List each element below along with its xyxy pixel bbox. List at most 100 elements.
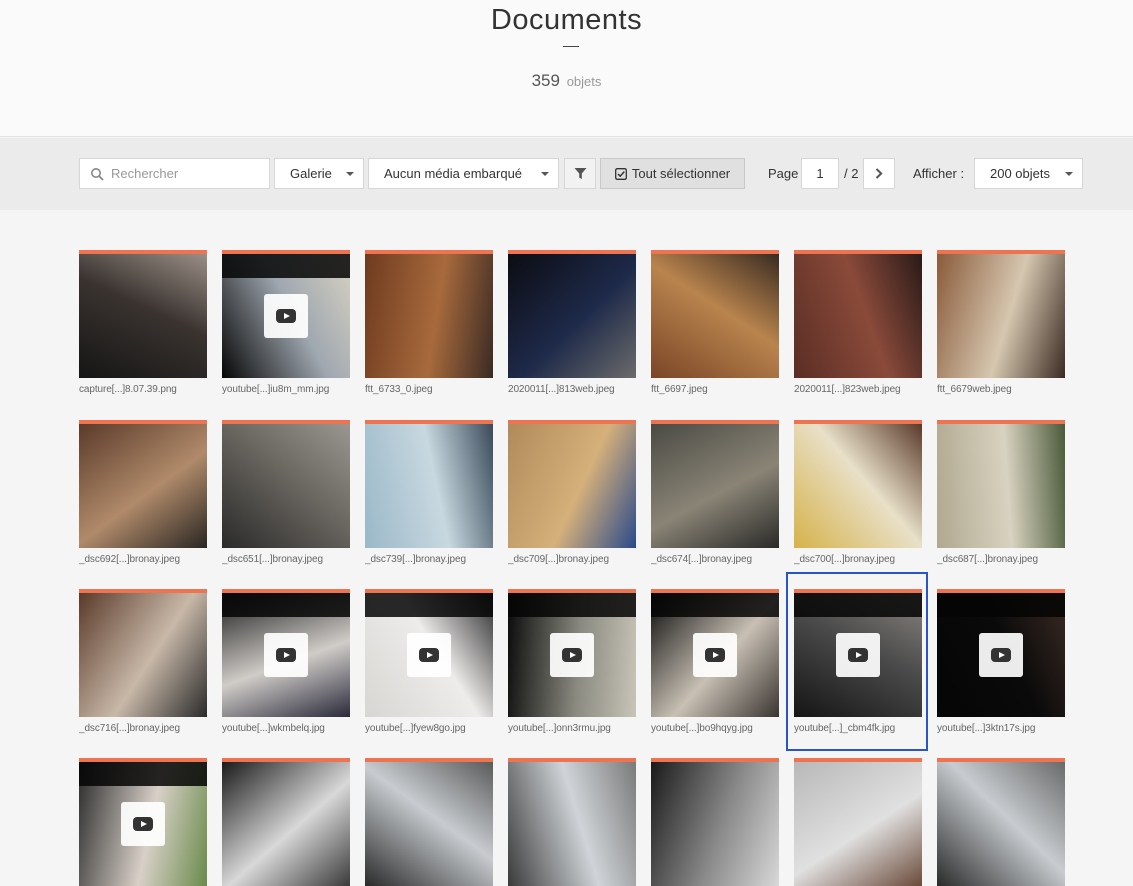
selection-highlight <box>786 572 928 751</box>
file-name: ftt_6679web.jpeg <box>937 384 1012 395</box>
image-thumbnail-tile[interactable]: _dsc700[...]bronay.jpeg <box>794 420 922 565</box>
image-thumbnail-tile[interactable]: ftt_6679web.jpeg <box>937 250 1065 395</box>
chevron-down-icon <box>346 172 354 176</box>
play-icon[interactable] <box>407 633 451 677</box>
image-thumbnail-tile[interactable]: capture[...]8.07.39.png <box>79 250 207 395</box>
thumbnail-image[interactable] <box>794 762 922 886</box>
image-thumbnail-tile[interactable]: _dsc692[...]bronay.jpeg <box>79 420 207 565</box>
search-input[interactable]: Rechercher <box>79 158 270 189</box>
letterbox-bar <box>508 593 636 617</box>
media-filter-dropdown[interactable]: Aucun média embarqué <box>368 158 559 189</box>
checkbox-checked-icon <box>614 167 627 180</box>
thumbnail-image[interactable] <box>508 762 636 886</box>
thumbnail-image[interactable] <box>79 254 207 378</box>
video-thumbnail-tile[interactable]: youtube[...]onn3rmu.jpg <box>508 589 636 734</box>
video-thumbnail-tile[interactable]: youtube[...]bo9hqyg.jpg <box>651 589 779 734</box>
thumbnail-image[interactable] <box>937 254 1065 378</box>
next-page-button[interactable] <box>863 158 895 189</box>
image-thumbnail-tile[interactable]: _dsc687[...]bronay.jpeg <box>937 420 1065 565</box>
letterbox-bar <box>79 762 207 786</box>
thumbnail-image[interactable] <box>937 762 1065 886</box>
thumbnail-image[interactable] <box>79 593 207 717</box>
view-mode-value: Galerie <box>290 166 332 181</box>
video-thumbnail-tile[interactable]: youtube[...]3ktn17s.jpg <box>937 589 1065 734</box>
video-thumbnail-tile[interactable]: youtube[...]iu8m_mm.jpg <box>222 250 350 395</box>
thumbnail-image[interactable] <box>937 424 1065 548</box>
thumbnail-image[interactable] <box>937 593 1065 717</box>
video-thumbnail-tile[interactable]: youtube[...]wkmbelq.jpg <box>222 589 350 734</box>
thumbnail-image[interactable] <box>79 762 207 886</box>
thumbnail-image[interactable] <box>651 762 779 886</box>
file-name: youtube[...]onn3rmu.jpg <box>508 723 611 734</box>
letterbox-bar <box>222 593 350 617</box>
thumbnail-image[interactable] <box>222 424 350 548</box>
page-number-input[interactable]: 1 <box>801 158 839 189</box>
thumbnail-image[interactable] <box>365 254 493 378</box>
letterbox-bar <box>937 593 1065 617</box>
thumbnail-image[interactable] <box>222 762 350 886</box>
file-name: _dsc674[...]bronay.jpeg <box>651 554 752 565</box>
per-page-value: 200 objets <box>990 166 1050 181</box>
thumbnail-image[interactable] <box>222 254 350 378</box>
file-name: youtube[...]3ktn17s.jpg <box>937 723 1036 734</box>
thumbnail-image[interactable] <box>79 424 207 548</box>
play-icon[interactable] <box>979 633 1023 677</box>
thumbnail-image[interactable] <box>794 424 922 548</box>
object-count-unit: objets <box>566 74 602 89</box>
image-thumbnail-tile[interactable] <box>651 758 779 886</box>
image-thumbnail-tile[interactable]: _dsc739[...]bronay.jpeg <box>365 420 493 565</box>
thumbnail-image[interactable] <box>651 424 779 548</box>
media-filter-value: Aucun média embarqué <box>384 166 523 181</box>
thumbnail-image[interactable] <box>651 254 779 378</box>
file-name: youtube[...]fyew8go.jpg <box>365 723 466 734</box>
file-name: _dsc700[...]bronay.jpeg <box>794 554 895 565</box>
page-total: / 2 <box>844 166 859 181</box>
select-all-button[interactable]: Tout sélectionner <box>600 158 745 189</box>
image-thumbnail-tile[interactable] <box>937 758 1065 886</box>
file-name: youtube[...]wkmbelq.jpg <box>222 723 325 734</box>
play-icon[interactable] <box>121 802 165 846</box>
thumbnail-image[interactable] <box>508 254 636 378</box>
thumbnail-image[interactable] <box>222 593 350 717</box>
play-icon[interactable] <box>550 633 594 677</box>
page-header: Documents 359 objets <box>0 0 1133 137</box>
image-thumbnail-tile[interactable]: ftt_6733_0.jpeg <box>365 250 493 395</box>
video-thumbnail-tile[interactable]: youtube[...]fyew8go.jpg <box>365 589 493 734</box>
image-thumbnail-tile[interactable]: _dsc709[...]bronay.jpeg <box>508 420 636 565</box>
thumbnail-image[interactable] <box>365 593 493 717</box>
file-name: youtube[...]iu8m_mm.jpg <box>222 384 330 395</box>
filter-button[interactable] <box>564 158 596 189</box>
title-underline <box>563 46 579 47</box>
play-icon[interactable] <box>693 633 737 677</box>
image-thumbnail-tile[interactable] <box>508 758 636 886</box>
thumbnail-image[interactable] <box>651 593 779 717</box>
file-name: _dsc692[...]bronay.jpeg <box>79 554 180 565</box>
file-name: _dsc716[...]bronay.jpeg <box>79 723 180 734</box>
thumbnail-image[interactable] <box>365 424 493 548</box>
play-icon[interactable] <box>264 633 308 677</box>
image-thumbnail-tile[interactable]: _dsc716[...]bronay.jpeg <box>79 589 207 734</box>
file-name: _dsc739[...]bronay.jpeg <box>365 554 466 565</box>
image-thumbnail-tile[interactable]: _dsc651[...]bronay.jpeg <box>222 420 350 565</box>
thumbnail-image[interactable] <box>508 424 636 548</box>
object-count: 359 objets <box>0 71 1133 91</box>
image-thumbnail-tile[interactable]: 2020011[...]813web.jpeg <box>508 250 636 395</box>
image-thumbnail-tile[interactable]: 2020011[...]823web.jpeg <box>794 250 922 395</box>
thumbnail-image[interactable] <box>508 593 636 717</box>
image-thumbnail-tile[interactable]: ftt_6697.jpeg <box>651 250 779 395</box>
per-page-dropdown[interactable]: 200 objets <box>974 158 1083 189</box>
image-thumbnail-tile[interactable]: _dsc674[...]bronay.jpeg <box>651 420 779 565</box>
letterbox-bar <box>651 593 779 617</box>
file-name: _dsc651[...]bronay.jpeg <box>222 554 323 565</box>
file-name: capture[...]8.07.39.png <box>79 384 177 395</box>
thumbnail-image[interactable] <box>365 762 493 886</box>
thumbnail-image[interactable] <box>794 254 922 378</box>
view-mode-dropdown[interactable]: Galerie <box>274 158 364 189</box>
file-name: ftt_6733_0.jpeg <box>365 384 433 395</box>
image-thumbnail-tile[interactable] <box>222 758 350 886</box>
play-icon[interactable] <box>264 294 308 338</box>
image-thumbnail-tile[interactable] <box>794 758 922 886</box>
video-thumbnail-tile[interactable] <box>79 758 207 886</box>
image-thumbnail-tile[interactable] <box>365 758 493 886</box>
letterbox-bar <box>365 593 493 617</box>
